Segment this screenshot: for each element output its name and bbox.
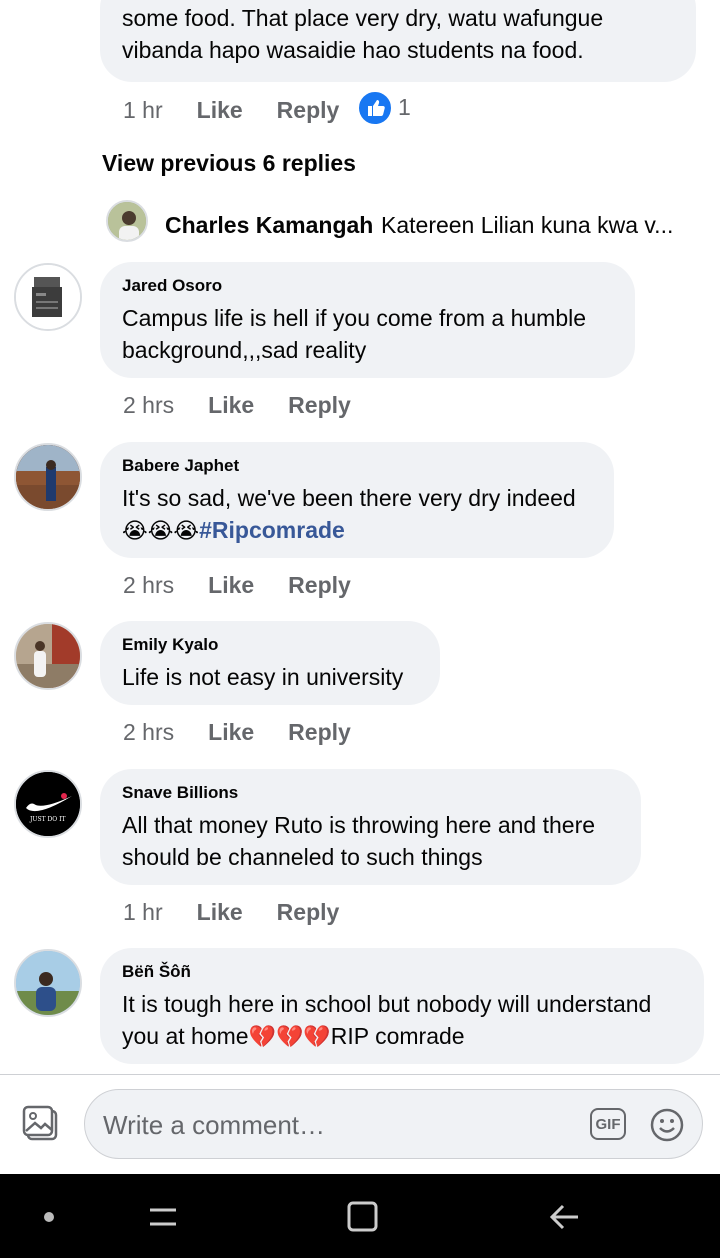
gif-button[interactable]: GIF <box>590 1108 626 1140</box>
avatar <box>106 200 148 242</box>
system-navigation-bar <box>0 1174 720 1258</box>
home-button[interactable] <box>346 1200 380 1234</box>
comment-text: Campus life is hell if you come from a h… <box>122 305 587 363</box>
comment-meta-top: 1 hr Like Reply <box>123 94 339 126</box>
composer-divider <box>0 1074 720 1075</box>
reply-author[interactable]: Charles Kamangah <box>165 212 373 239</box>
recent-apps-button[interactable] <box>146 1200 180 1234</box>
comment-text: Life is not easy in university <box>122 664 404 690</box>
nav-dot-icon <box>44 1212 54 1222</box>
like-button[interactable]: Like <box>197 899 243 926</box>
home-icon <box>347 1201 378 1232</box>
like-button[interactable]: Like <box>197 97 243 124</box>
comment-bubble: Emily Kyalo Life is not easy in universi… <box>100 621 440 705</box>
comment-author[interactable]: Emily Kyalo <box>122 635 418 655</box>
comment-time: 1 hr <box>123 96 163 123</box>
recent-apps-icon <box>150 1208 176 1226</box>
comment-time: 2 hrs <box>123 391 175 418</box>
avatar[interactable]: JUST DO IT <box>14 770 82 838</box>
reply-button[interactable]: Reply <box>277 97 340 124</box>
avatar[interactable] <box>14 443 82 511</box>
comment-text: All that money Ruto is throwing here and… <box>122 812 596 870</box>
view-previous-replies[interactable]: View previous 6 replies <box>102 150 356 177</box>
avatar[interactable] <box>14 263 82 331</box>
broken-heart-emojis: 💔💔💔 <box>248 1024 331 1049</box>
like-reaction-icon[interactable] <box>357 90 393 126</box>
reaction-count: 1 <box>398 94 411 120</box>
comment-text-end: RIP comrade <box>330 1023 465 1049</box>
comment-text: some food. That place very dry, watu waf… <box>122 5 604 63</box>
reply-snippet: Katereen Lilian kuna kwa v... <box>381 212 674 238</box>
emoji-button[interactable] <box>650 1108 684 1142</box>
comment-author[interactable]: Babere Japhet <box>122 456 592 476</box>
avatar-caption: JUST DO IT <box>30 816 66 823</box>
comment-bubble: Bëñ Šôñ It is tough here in school but n… <box>100 948 704 1064</box>
comment-text: It is tough here in school but nobody wi… <box>122 988 682 1053</box>
reply-button[interactable]: Reply <box>288 719 351 746</box>
comment-author[interactable]: Bëñ Šôñ <box>122 962 682 982</box>
avatar[interactable] <box>14 622 82 690</box>
gif-icon: GIF <box>595 1115 621 1133</box>
comment-text-main: It's so sad, we've been there very dry i… <box>122 485 576 511</box>
comment-time: 2 hrs <box>123 571 175 598</box>
comment-bubble: Babere Japhet It's so sad, we've been th… <box>100 442 614 558</box>
like-button[interactable]: Like <box>208 719 254 746</box>
comment-bubble-top: some food. That place very dry, watu waf… <box>100 0 696 82</box>
comment-time: 2 hrs <box>123 718 175 745</box>
comment-input-placeholder: Write a comment… <box>103 1110 326 1140</box>
like-button[interactable]: Like <box>208 572 254 599</box>
photo-icon <box>22 1105 58 1141</box>
comment-meta: 2 hrs Like Reply <box>123 389 351 421</box>
back-arrow-icon <box>549 1204 578 1230</box>
thumbs-up-icon <box>368 100 385 116</box>
comment-input[interactable]: Write a comment… GIF <box>84 1089 703 1159</box>
hashtag-link[interactable]: #Ripcomrade <box>199 517 345 543</box>
photo-button[interactable] <box>22 1105 60 1143</box>
comment-meta: 1 hr Like Reply <box>123 896 339 928</box>
comment-author[interactable]: Jared Osoro <box>122 276 613 296</box>
reply-button[interactable]: Reply <box>288 392 351 419</box>
like-button[interactable]: Like <box>208 392 254 419</box>
comment-bubble: Jared Osoro Campus life is hell if you c… <box>100 262 635 378</box>
crying-face-emojis: 😭😭😭 <box>122 518 200 543</box>
avatar[interactable] <box>14 949 82 1017</box>
comment-bubble: Snave Billions All that money Ruto is th… <box>100 769 641 885</box>
reply-preview[interactable]: Charles Kamangah Katereen Lilian kuna kw… <box>106 200 706 244</box>
comment-author[interactable]: Snave Billions <box>122 783 619 803</box>
comment-meta: 2 hrs Like Reply <box>123 716 351 748</box>
smiley-icon <box>650 1108 684 1142</box>
comment-time: 1 hr <box>123 898 163 925</box>
comment-text: It's so sad, we've been there very dry i… <box>122 482 592 547</box>
comment-meta: 2 hrs Like Reply <box>123 569 351 601</box>
reply-button[interactable]: Reply <box>288 572 351 599</box>
reply-button[interactable]: Reply <box>277 899 340 926</box>
back-button[interactable] <box>548 1200 582 1234</box>
